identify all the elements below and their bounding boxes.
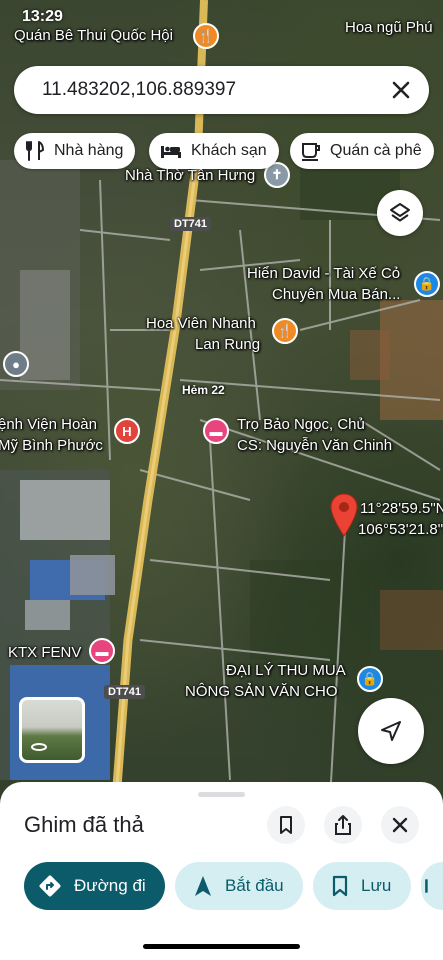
save-label: Lưu	[361, 876, 392, 895]
satellite-map[interactable]: 🍴 ✝ 🔒 🍴 ● H ▬ ▬ 🔒 DT741 DT741 Hẻm 22 Quá…	[0, 0, 443, 800]
shop-poi-icon[interactable]: 🔒	[414, 271, 440, 297]
directions-button[interactable]: Đường đi	[24, 862, 165, 910]
layers-button[interactable]	[377, 190, 423, 236]
close-sheet-button[interactable]	[381, 806, 419, 844]
place-label[interactable]: NÔNG SẢN VĂN CHO	[185, 682, 338, 701]
road-shield-dt741: DT741	[104, 685, 146, 699]
navigation-arrow-icon	[381, 721, 401, 741]
chip-label: Quán cà phê	[330, 142, 422, 159]
road-label-hem-22: Hẻm 22	[182, 383, 225, 397]
share-button[interactable]	[324, 806, 362, 844]
place-bottom-sheet[interactable]: Ghim đã thả Đường đi Bắt đầu Lưu	[0, 782, 443, 960]
place-label[interactable]: Hiển David - Tài Xế Cỏ	[247, 264, 400, 283]
place-label[interactable]: Quán Bê Thui Quốc Hội	[14, 26, 173, 45]
navigation-start-icon	[195, 876, 211, 896]
my-location-button[interactable]	[358, 698, 424, 764]
chip-restaurants[interactable]: Nhà hàng	[14, 133, 136, 169]
start-button[interactable]: Bắt đầu	[175, 862, 303, 910]
chip-label: Khách sạn	[191, 142, 267, 159]
place-label[interactable]: Trọ Bảo Ngọc, Chủ	[237, 415, 365, 434]
place-title: Ghim đã thả	[24, 812, 144, 837]
sheet-drag-handle[interactable]	[198, 792, 245, 797]
bed-icon	[161, 146, 181, 158]
place-label[interactable]: CS: Nguyễn Văn Chinh	[237, 436, 392, 455]
start-label: Bắt đầu	[225, 876, 284, 895]
restaurant-poi-icon[interactable]: 🍴	[272, 318, 298, 344]
bookmark-icon	[332, 875, 348, 897]
bookmark-icon	[280, 816, 292, 834]
status-time: 13:29	[22, 8, 63, 25]
layers-icon	[390, 203, 410, 222]
hotel-poi-icon[interactable]: ▬	[89, 638, 115, 664]
more-action-icon	[425, 879, 428, 893]
hospital-poi-icon[interactable]: H	[114, 418, 140, 444]
save-button[interactable]: Lưu	[313, 862, 411, 910]
pin-coordinates: 11°28'59.5"N	[360, 500, 443, 517]
directions-label: Đường đi	[74, 876, 146, 895]
more-actions-button[interactable]	[421, 862, 443, 910]
home-indicator	[143, 944, 300, 949]
place-label[interactable]: Lan Rung	[195, 335, 260, 354]
pin-coordinates: 106°53'21.8"E	[358, 521, 443, 538]
place-poi-icon[interactable]: ●	[3, 351, 29, 377]
road-shield-dt741: DT741	[170, 217, 212, 231]
chip-label: Nhà hàng	[54, 142, 124, 159]
street-view-rotate-icon	[31, 743, 47, 751]
hotel-poi-icon[interactable]: ▬	[203, 418, 229, 444]
fork-knife-icon	[26, 141, 44, 161]
place-label[interactable]: Hoa ngũ Phú	[345, 18, 433, 37]
coffee-cup-icon	[302, 143, 320, 161]
close-icon	[392, 817, 408, 833]
search-bar[interactable]: 11.483202,106.889397	[14, 66, 429, 114]
place-label[interactable]: Chuyên Mua Bán...	[272, 285, 400, 304]
restaurant-poi-icon[interactable]: 🍴	[193, 23, 219, 49]
share-icon	[335, 815, 351, 835]
close-icon[interactable]	[387, 76, 415, 104]
chip-hotels[interactable]: Khách sạn	[149, 133, 279, 169]
place-label[interactable]: ệnh Viện Hoàn	[0, 415, 97, 434]
place-label[interactable]: Mỹ Bình Phước	[0, 436, 103, 455]
search-input[interactable]: 11.483202,106.889397	[42, 79, 236, 101]
shop-poi-icon[interactable]: 🔒	[357, 666, 383, 692]
place-label[interactable]: Hoa Viên Nhanh	[146, 314, 256, 333]
directions-icon	[39, 875, 61, 897]
street-view-thumbnail[interactable]	[19, 697, 85, 763]
place-label[interactable]: KTX FENV	[8, 643, 81, 662]
save-bookmark-button[interactable]	[267, 806, 305, 844]
dropped-pin-icon[interactable]	[328, 492, 360, 538]
chip-cafes[interactable]: Quán cà phê	[290, 133, 434, 169]
place-label[interactable]: ĐẠI LÝ THU MUA	[226, 661, 346, 680]
